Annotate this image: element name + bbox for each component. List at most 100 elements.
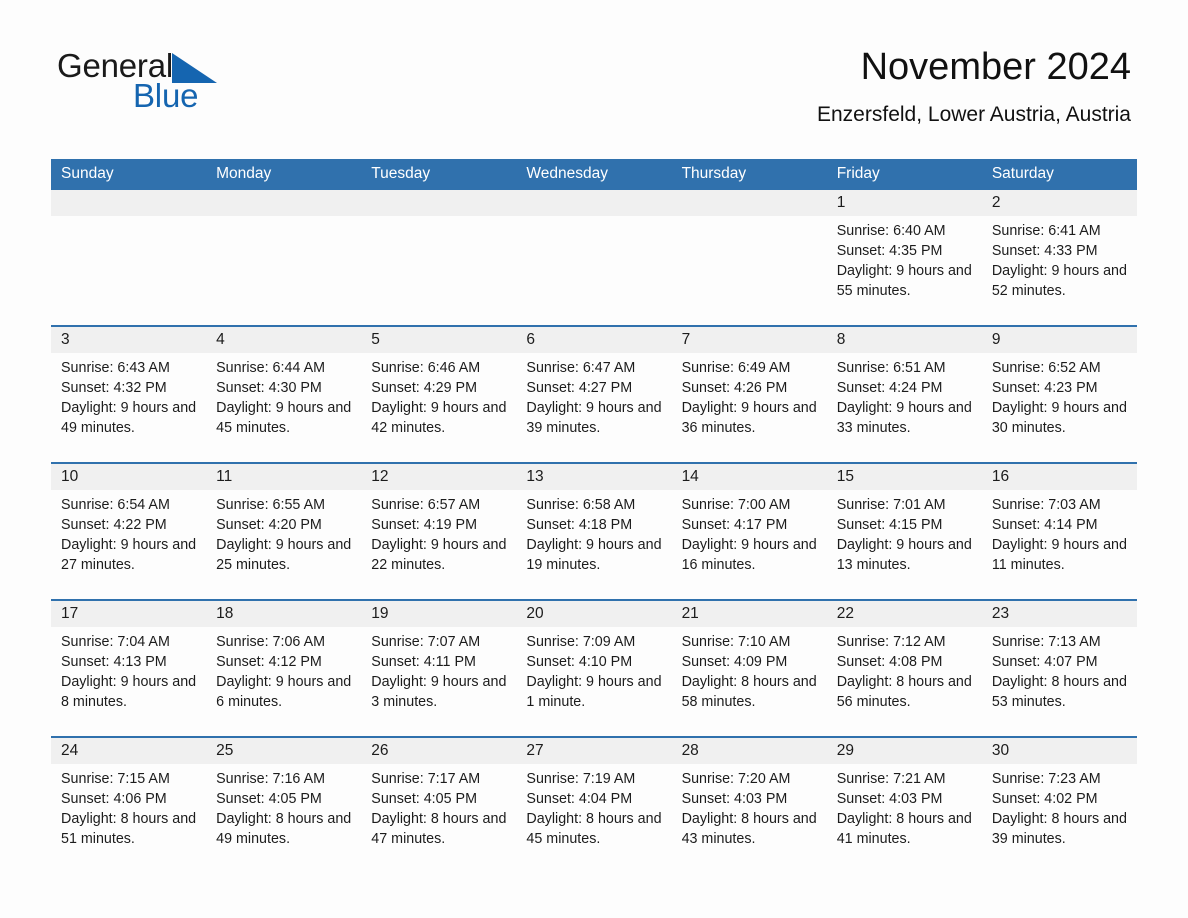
weekday-header-monday: Monday: [206, 159, 362, 190]
daylight-text: Daylight: 9 hours and 3 minutes.: [371, 674, 507, 710]
calendar-day-cell[interactable]: 2 Sunrise: 6:41 AM Sunset: 4:33 PM Daylight…: [981, 190, 1137, 326]
calendar-body: 1 Sunrise: 6:40 AM Sunset: 4:35 PM Daylight…: [51, 190, 1137, 873]
sunset-text: Sunset: 4:32 PM: [61, 380, 167, 396]
calendar-day-cell[interactable]: 21 Sunrise: 7:10 AM Sunset: 4:09 PM Dayligh…: [671, 599, 827, 737]
day-number: 5: [361, 327, 517, 353]
calendar-day-cell[interactable]: 27 Sunrise: 7:19 AM Sunset: 4:04 PM Dayligh…: [516, 736, 672, 873]
day-details: Sunrise: 6:51 AM Sunset: 4:24 PM Daylight:…: [827, 353, 982, 438]
day-number: 2: [981, 190, 1137, 216]
calendar-day-cell[interactable]: 18 Sunrise: 7:06 AM Sunset: 4:12 PM Dayligh…: [206, 599, 362, 737]
day-number: 20: [516, 601, 672, 627]
day-details: Sunrise: 6:46 AM Sunset: 4:29 PM Daylight:…: [361, 353, 516, 438]
day-number: 19: [361, 601, 517, 627]
day-number: 6: [516, 327, 672, 353]
day-number: 17: [51, 601, 207, 627]
day-details: Sunrise: 6:40 AM Sunset: 4:35 PM Daylight:…: [827, 216, 982, 301]
day-details: Sunrise: 7:00 AM Sunset: 4:17 PM Daylight:…: [672, 490, 827, 575]
day-number: 12: [361, 464, 517, 490]
sunrise-text: Sunrise: 7:13 AM: [991, 634, 1101, 650]
sunset-text: Sunset: 4:35 PM: [836, 243, 943, 259]
day-number: [516, 190, 672, 216]
day-details: Sunrise: 7:13 AM Sunset: 4:07 PM Daylight:…: [982, 627, 1137, 712]
calendar-day-cell[interactable]: 19 Sunrise: 7:07 AM Sunset: 4:11 PM Dayligh…: [361, 599, 517, 737]
calendar-day-cell[interactable]: 20 Sunrise: 7:09 AM Sunset: 4:10 PM Dayligh…: [516, 599, 672, 737]
sunset-text: Sunset: 4:04 PM: [526, 791, 633, 807]
day-number: [671, 190, 827, 216]
sunset-text: Sunset: 4:17 PM: [681, 517, 788, 533]
daylight-text: Daylight: 9 hours and 8 minutes.: [61, 674, 197, 710]
calendar-day-cell[interactable]: 22 Sunrise: 7:12 AM Sunset: 4:08 PM Dayligh…: [826, 599, 982, 737]
calendar-day-cell[interactable]: 29 Sunrise: 7:21 AM Sunset: 4:03 PM Dayligh…: [826, 736, 982, 873]
calendar-container: Sunday Monday Tuesday Wednesday Thursday Frid…: [51, 159, 1137, 873]
calendar-day-cell-empty: [206, 190, 362, 326]
sunset-text: Sunset: 4:10 PM: [526, 654, 633, 670]
daylight-text: Daylight: 8 hours and 41 minutes.: [836, 811, 972, 847]
daylight-text: Daylight: 9 hours and 11 minutes.: [991, 537, 1127, 573]
sunrise-text: Sunrise: 7:17 AM: [371, 771, 481, 787]
weekday-header-wednesday: Wednesday: [516, 159, 672, 190]
sunrise-text: Sunrise: 7:01 AM: [836, 497, 946, 513]
daylight-text: Daylight: 9 hours and 49 minutes.: [61, 400, 197, 436]
weekday-header-friday: Friday: [826, 159, 982, 190]
calendar-day-cell[interactable]: 15 Sunrise: 7:01 AM Sunset: 4:15 PM Dayligh…: [826, 462, 982, 600]
sunset-text: Sunset: 4:26 PM: [681, 380, 788, 396]
calendar-day-cell[interactable]: 1 Sunrise: 6:40 AM Sunset: 4:35 PM Daylight…: [826, 190, 982, 326]
calendar-day-cell[interactable]: 30 Sunrise: 7:23 AM Sunset: 4:02 PM Dayligh…: [981, 736, 1137, 873]
calendar-day-cell[interactable]: 9 Sunrise: 6:52 AM Sunset: 4:23 PM Daylight…: [981, 325, 1137, 463]
daylight-text: Daylight: 8 hours and 53 minutes.: [991, 674, 1127, 710]
daylight-text: Daylight: 9 hours and 39 minutes.: [526, 400, 662, 436]
calendar-day-cell[interactable]: 11 Sunrise: 6:55 AM Sunset: 4:20 PM Dayligh…: [206, 462, 362, 600]
day-details: Sunrise: 7:19 AM Sunset: 4:04 PM Daylight:…: [516, 764, 671, 849]
calendar-day-cell-empty: [671, 190, 827, 326]
page-subtitle: Enzersfeld, Lower Austria, Austria: [817, 103, 1131, 126]
calendar-day-cell[interactable]: 4 Sunrise: 6:44 AM Sunset: 4:30 PM Daylight…: [206, 325, 362, 463]
calendar-day-cell[interactable]: 8 Sunrise: 6:51 AM Sunset: 4:24 PM Daylight…: [826, 325, 982, 463]
sunrise-text: Sunrise: 7:07 AM: [371, 634, 481, 650]
day-number: 23: [981, 601, 1137, 627]
daylight-text: Daylight: 8 hours and 39 minutes.: [991, 811, 1127, 847]
day-details: Sunrise: 7:09 AM Sunset: 4:10 PM Daylight:…: [516, 627, 671, 712]
day-number: 30: [981, 738, 1137, 764]
calendar-day-cell[interactable]: 14 Sunrise: 7:00 AM Sunset: 4:17 PM Dayligh…: [671, 462, 827, 600]
daylight-text: Daylight: 8 hours and 58 minutes.: [681, 674, 817, 710]
sunrise-text: Sunrise: 7:06 AM: [216, 634, 326, 650]
day-number: 18: [206, 601, 362, 627]
sunrise-text: Sunrise: 6:52 AM: [991, 360, 1101, 376]
day-details: Sunrise: 6:44 AM Sunset: 4:30 PM Daylight:…: [206, 353, 361, 438]
calendar-day-cell[interactable]: 5 Sunrise: 6:46 AM Sunset: 4:29 PM Daylight…: [361, 325, 517, 463]
sunrise-text: Sunrise: 7:21 AM: [836, 771, 946, 787]
sunset-text: Sunset: 4:15 PM: [836, 517, 943, 533]
daylight-text: Daylight: 9 hours and 13 minutes.: [836, 537, 972, 573]
calendar-day-cell[interactable]: 17 Sunrise: 7:04 AM Sunset: 4:13 PM Dayligh…: [51, 599, 207, 737]
calendar-day-cell[interactable]: 16 Sunrise: 7:03 AM Sunset: 4:14 PM Dayligh…: [981, 462, 1137, 600]
sunrise-text: Sunrise: 6:41 AM: [991, 223, 1101, 239]
day-details: Sunrise: 6:52 AM Sunset: 4:23 PM Daylight:…: [982, 353, 1137, 438]
calendar-day-cell[interactable]: 6 Sunrise: 6:47 AM Sunset: 4:27 PM Daylight…: [516, 325, 672, 463]
day-number: 27: [516, 738, 672, 764]
sunset-text: Sunset: 4:20 PM: [216, 517, 322, 533]
calendar-day-cell[interactable]: 26 Sunrise: 7:17 AM Sunset: 4:05 PM Dayligh…: [361, 736, 517, 873]
calendar-day-cell[interactable]: 28 Sunrise: 7:20 AM Sunset: 4:03 PM Dayligh…: [671, 736, 827, 873]
day-details: Sunrise: 7:03 AM Sunset: 4:14 PM Daylight:…: [982, 490, 1137, 575]
calendar-day-cell[interactable]: 12 Sunrise: 6:57 AM Sunset: 4:19 PM Dayligh…: [361, 462, 517, 600]
day-number: 1: [826, 190, 982, 216]
calendar-day-cell[interactable]: 13 Sunrise: 6:58 AM Sunset: 4:18 PM Dayligh…: [516, 462, 672, 600]
sunset-text: Sunset: 4:05 PM: [371, 791, 477, 807]
sunrise-text: Sunrise: 7:03 AM: [991, 497, 1101, 513]
daylight-text: Daylight: 9 hours and 27 minutes.: [61, 537, 197, 573]
sunset-text: Sunset: 4:27 PM: [526, 380, 633, 396]
sunrise-text: Sunrise: 6:40 AM: [836, 223, 946, 239]
day-number: 7: [671, 327, 827, 353]
calendar-day-cell[interactable]: 25 Sunrise: 7:16 AM Sunset: 4:05 PM Dayligh…: [206, 736, 362, 873]
daylight-text: Daylight: 9 hours and 1 minute.: [526, 674, 662, 710]
calendar-day-cell[interactable]: 23 Sunrise: 7:13 AM Sunset: 4:07 PM Dayligh…: [981, 599, 1137, 737]
sunrise-text: Sunrise: 7:15 AM: [61, 771, 170, 787]
calendar-day-cell[interactable]: 3 Sunrise: 6:43 AM Sunset: 4:32 PM Daylight…: [51, 325, 207, 463]
sunset-text: Sunset: 4:24 PM: [836, 380, 943, 396]
calendar-day-cell[interactable]: 7 Sunrise: 6:49 AM Sunset: 4:26 PM Daylight…: [671, 325, 827, 463]
calendar-day-cell[interactable]: 24 Sunrise: 7:15 AM Sunset: 4:06 PM Dayligh…: [51, 736, 207, 873]
daylight-text: Daylight: 8 hours and 51 minutes.: [61, 811, 197, 847]
calendar-day-cell[interactable]: 10 Sunrise: 6:54 AM Sunset: 4:22 PM Dayligh…: [51, 462, 207, 600]
day-details: Sunrise: 6:54 AM Sunset: 4:22 PM Daylight:…: [51, 490, 206, 575]
title-block: November 2024 Enzersfeld, Lower Austria,…: [817, 44, 1131, 129]
